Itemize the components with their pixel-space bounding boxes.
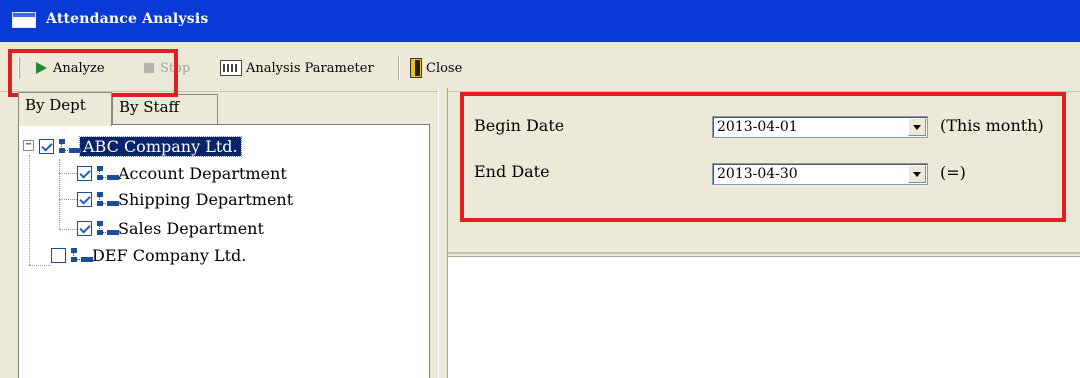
- tree-item-def-company[interactable]: DEF Company Ltd.: [51, 243, 246, 267]
- begin-date-note: (This month): [940, 116, 1044, 135]
- collapse-toggle[interactable]: −: [23, 140, 34, 151]
- dropdown-arrow-icon[interactable]: [908, 118, 926, 136]
- checkbox[interactable]: [77, 191, 92, 207]
- checkbox[interactable]: [77, 165, 92, 181]
- org-chart-icon: [95, 165, 113, 181]
- end-date-note: (=): [940, 163, 966, 182]
- stop-button[interactable]: Stop: [144, 56, 190, 80]
- begin-date-label: Begin Date: [474, 116, 565, 135]
- tree-connector: [59, 199, 77, 200]
- dropdown-arrow-icon[interactable]: [908, 165, 926, 183]
- tree-connector: [59, 159, 60, 229]
- analyze-label: Analyze: [53, 60, 105, 76]
- department-tree: − ABC Company Ltd. Account Department Sh…: [18, 124, 430, 378]
- toolbar-separator: [398, 56, 400, 80]
- tab-by-staff[interactable]: By Staff: [112, 94, 218, 126]
- analyze-button[interactable]: Analyze: [36, 56, 105, 80]
- begin-date-select[interactable]: 2013-04-01: [712, 116, 928, 138]
- close-button[interactable]: Close: [410, 56, 462, 80]
- tree-connector: [59, 229, 77, 230]
- org-chart-icon: [95, 191, 113, 207]
- stop-icon: [144, 63, 154, 73]
- parameter-panel: Begin Date 2013-04-01 (This month) End D…: [448, 92, 1080, 254]
- checkbox[interactable]: [39, 138, 54, 154]
- analysis-parameter-button[interactable]: Analysis Parameter: [220, 56, 374, 80]
- tree-item-sales-department[interactable]: Sales Department: [77, 216, 264, 240]
- tree-item-label: Account Department: [118, 163, 287, 183]
- toolbar: Analyze Stop Analysis Parameter Close: [0, 42, 1080, 92]
- results-area: [448, 256, 1080, 378]
- tree-item-shipping-department[interactable]: Shipping Department: [77, 187, 293, 211]
- window-icon: [12, 12, 36, 28]
- tree-item-label: Shipping Department: [118, 189, 294, 209]
- tree-connector: [29, 155, 30, 265]
- tree-connector: [59, 173, 77, 174]
- checkbox[interactable]: [51, 247, 66, 263]
- parameter-icon: [220, 60, 242, 76]
- end-date-label: End Date: [474, 162, 550, 181]
- tree-item-abc-company[interactable]: ABC Company Ltd.: [39, 134, 242, 158]
- window-title: Attendance Analysis: [46, 11, 209, 27]
- analysis-parameter-label: Analysis Parameter: [246, 60, 374, 76]
- exit-door-icon: [410, 58, 422, 78]
- toolbar-grip[interactable]: [18, 57, 20, 79]
- org-chart-icon: [95, 220, 113, 236]
- tree-item-label: DEF Company Ltd.: [92, 245, 247, 265]
- stop-label: Stop: [160, 60, 191, 76]
- tree-item-label: ABC Company Ltd.: [79, 135, 242, 157]
- tree-item-label: Sales Department: [118, 218, 264, 238]
- checkbox[interactable]: [77, 220, 92, 236]
- end-date-select[interactable]: 2013-04-30: [712, 163, 928, 185]
- org-chart-icon: [69, 247, 87, 263]
- end-date-value: 2013-04-30: [717, 166, 798, 182]
- panel-splitter[interactable]: [438, 88, 448, 378]
- tree-item-account-department[interactable]: Account Department: [77, 161, 287, 185]
- close-label: Close: [426, 60, 463, 76]
- play-icon: [36, 62, 47, 74]
- tree-connector: [29, 265, 51, 266]
- begin-date-value: 2013-04-01: [717, 119, 798, 135]
- org-chart-icon: [57, 138, 75, 154]
- tab-by-dept[interactable]: By Dept: [18, 92, 112, 126]
- title-bar: Attendance Analysis: [0, 0, 1080, 42]
